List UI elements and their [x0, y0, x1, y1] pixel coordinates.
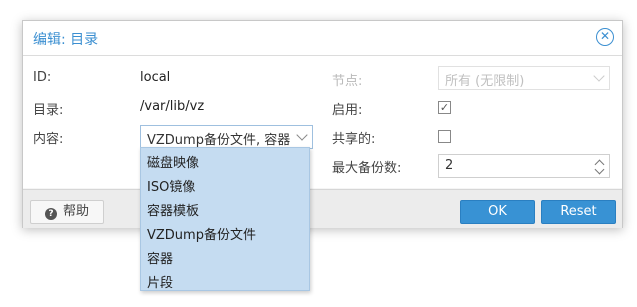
shared-label: 共享的:	[332, 132, 376, 147]
max-backups-label: 最大备份数:	[332, 161, 402, 176]
list-item[interactable]: 磁盘映像	[147, 152, 199, 171]
chevron-down-icon[interactable]	[593, 70, 605, 82]
help-button[interactable]: ? 帮助	[30, 200, 104, 224]
content-select-value: VZDump备份文件, 容器	[147, 133, 291, 148]
form-area: ID: local 目录: /var/lib/vz 内容: VZDump备份文件…	[23, 56, 622, 188]
list-item[interactable]: ISO镜像	[147, 176, 195, 195]
list-item[interactable]: VZDump备份文件	[147, 224, 256, 243]
enable-label: 启用:	[332, 103, 363, 118]
spinner-down-icon[interactable]	[594, 164, 605, 175]
list-item[interactable]: 片段	[147, 272, 173, 291]
directory-label: 目录:	[33, 103, 64, 118]
content-select[interactable]: VZDump备份文件, 容器	[140, 125, 313, 149]
directory-value: /var/lib/vz	[140, 99, 205, 114]
title-bar: 编辑: 目录 ✕	[23, 21, 622, 56]
content-dropdown-list: 磁盘映像 ISO镜像 容器模板 VZDump备份文件 容器 片段	[140, 147, 310, 291]
help-label: 帮助	[62, 204, 89, 219]
list-item[interactable]: 容器模板	[147, 200, 199, 219]
max-backups-input[interactable]: 2	[438, 154, 610, 178]
shared-checkbox[interactable]	[438, 130, 451, 143]
content-label: 内容:	[33, 132, 64, 147]
dialog-footer: ? 帮助 OK Reset	[23, 189, 622, 228]
chevron-down-icon[interactable]	[296, 129, 308, 141]
id-label: ID:	[33, 70, 52, 85]
edit-directory-dialog: 编辑: 目录 ✕ ID: local 目录: /var/lib/vz 内容: V…	[22, 20, 623, 228]
dialog-title: 编辑: 目录	[33, 32, 99, 48]
list-item[interactable]: 容器	[147, 248, 173, 267]
id-value: local	[140, 70, 171, 85]
close-icon[interactable]: ✕	[596, 28, 614, 46]
node-select[interactable]: 所有 (无限制)	[438, 66, 610, 90]
ok-button[interactable]: OK	[460, 200, 535, 224]
reset-button[interactable]: Reset	[541, 200, 616, 224]
node-select-value: 所有 (无限制)	[445, 74, 525, 89]
node-label: 节点:	[332, 74, 363, 89]
max-backups-value: 2	[445, 158, 454, 173]
help-icon: ?	[44, 208, 57, 220]
enable-checkbox[interactable]: ✓	[438, 101, 451, 114]
